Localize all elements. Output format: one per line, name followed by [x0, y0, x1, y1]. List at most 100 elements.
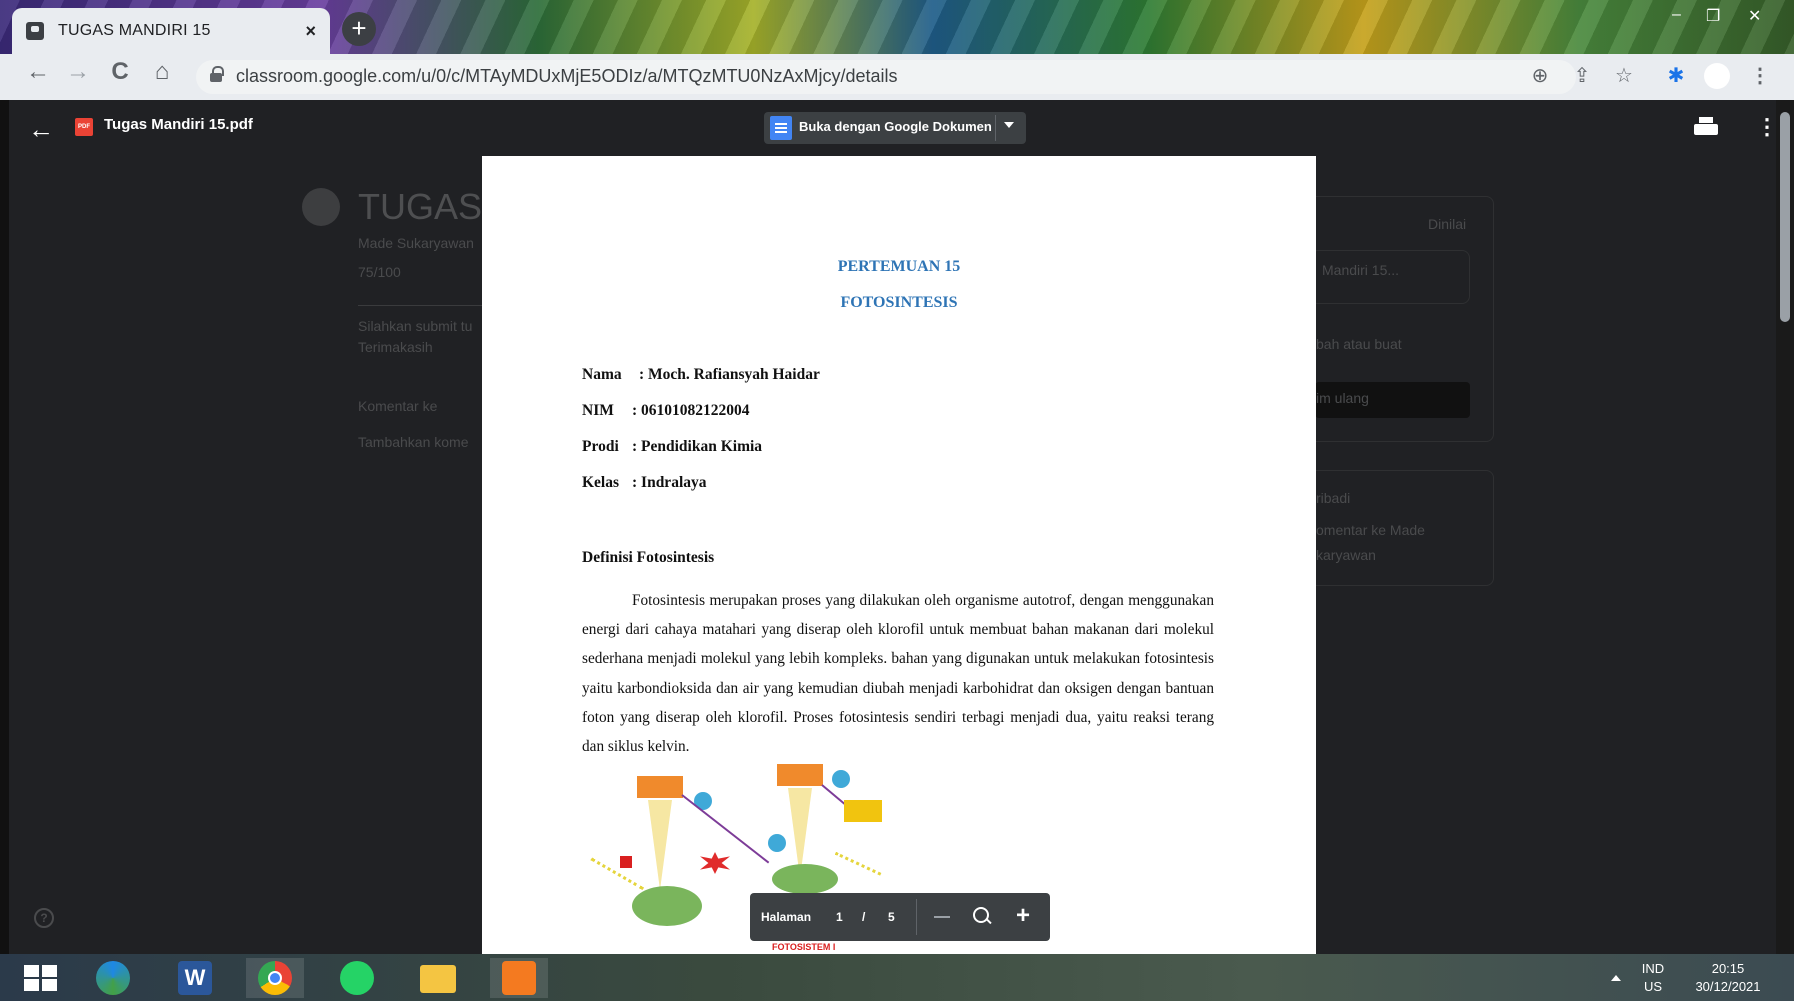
more-options-icon[interactable]: ⋮ [1756, 116, 1778, 138]
class-comment-label: Komentar ke [358, 398, 438, 414]
private-comment-line-2: karyawan [1316, 547, 1376, 563]
field-prodi: Prodi : Pendidikan Kimia [582, 438, 762, 456]
restore-icon[interactable]: ❐ [1706, 6, 1720, 26]
pdf-file-icon: PDF [75, 118, 93, 136]
chrome-icon [258, 961, 292, 995]
home-icon[interactable]: ⌂ [144, 58, 180, 86]
tray-clock[interactable]: 20:15 30/12/2021 [1686, 960, 1770, 996]
whatsapp-icon [340, 961, 374, 995]
forward-icon[interactable]: → [60, 58, 96, 86]
total-pages: 5 [888, 910, 895, 924]
field-nama: Nama : Moch. Rafiansyah Haidar [582, 366, 820, 384]
pdf-heading-meeting: PERTEMUAN 15 [837, 258, 961, 275]
start-pane-1 [24, 965, 39, 977]
tab-title: TUGAS MANDIRI 15 [58, 22, 211, 39]
taskbar-chrome[interactable] [246, 958, 304, 998]
pdf-page: PERTEMUAN 15 FOTOSINTESIS Nama : Moch. Ra… [482, 156, 1316, 954]
field-nim: NIM: 06101082122004 [582, 402, 750, 420]
zoom-icon[interactable]: ⊕ [1526, 62, 1554, 90]
google-docs-icon [770, 116, 792, 140]
profile-avatar[interactable] [1704, 63, 1730, 89]
zoom-in-icon[interactable]: + [1016, 904, 1030, 928]
resubmit-label: im ulang [1316, 390, 1369, 406]
diagram-nadp-box [844, 800, 882, 822]
zoom-out-icon[interactable] [934, 916, 950, 918]
clock-date: 30/12/2021 [1695, 979, 1761, 994]
status-graded: Dinilai [1428, 216, 1467, 232]
back-icon[interactable]: ← [20, 58, 56, 86]
add-class-comment: Tambahkan kome [358, 434, 469, 450]
bookmark-star-icon[interactable]: ☆ [1610, 62, 1638, 90]
page-label: Halaman [761, 910, 812, 924]
taskbar-edge[interactable] [84, 958, 142, 998]
open-with-label[interactable]: Buka dengan Google Dokumen [799, 119, 992, 134]
browser-menu-icon[interactable]: ⋮ [1746, 62, 1774, 90]
open-with-divider [995, 115, 996, 141]
field-nama-label: Nama [582, 366, 622, 383]
current-page-input[interactable]: 1 [836, 910, 843, 924]
diagram-box-primary-2 [777, 764, 823, 786]
diagram-molecule-2 [832, 770, 850, 788]
url-text[interactable]: classroom.google.com/u/0/c/MTAyMDUxMjE5O… [236, 62, 897, 90]
minimize-icon[interactable]: – [1672, 6, 1681, 24]
tray-language[interactable]: IND US [1636, 960, 1670, 996]
definition-paragraph: Fotosintesis merupakan proses yang dilak… [582, 592, 1214, 756]
lock-icon[interactable] [210, 66, 224, 82]
new-tab-button[interactable]: + [342, 12, 376, 46]
chrome-center [268, 971, 282, 985]
assignment-icon [302, 188, 340, 226]
section-heading: Definisi Fotosintesis [582, 549, 715, 566]
field-nim-value: : 06101082122004 [632, 402, 750, 419]
keyboard-layout: US [1643, 979, 1663, 994]
language-code: IND [1641, 961, 1665, 976]
field-prodi-value: : Pendidikan Kimia [632, 438, 763, 455]
divider [358, 305, 483, 306]
assignment-author: Made Sukaryawan [358, 235, 474, 251]
diagram-atp-burst [700, 852, 730, 874]
windows-start-icon[interactable] [24, 965, 58, 991]
taskbar-word[interactable]: W [166, 958, 224, 998]
start-pane-2 [42, 965, 57, 977]
help-icon[interactable]: ? [34, 908, 54, 928]
field-nama-value: : Moch. Rafiansyah Haidar [639, 366, 820, 383]
extensions-icon[interactable]: ✱ [1662, 62, 1690, 90]
scrollbar-thumb[interactable] [1780, 112, 1790, 322]
tray-chevron-up-icon[interactable] [1611, 975, 1621, 981]
taskbar-pdf-app[interactable] [490, 958, 548, 998]
chevron-down-icon[interactable] [1004, 122, 1014, 128]
start-pane-4 [42, 979, 57, 991]
share-icon[interactable]: ⇪ [1568, 62, 1596, 90]
add-or-create: bah atau buat [1316, 336, 1402, 352]
field-kelas-value: : Indralaya [632, 474, 707, 491]
diagram-chlorophyll-2 [772, 864, 838, 894]
tab-close-icon[interactable]: × [305, 21, 316, 42]
clock-time: 20:15 [1711, 961, 1745, 976]
page-toolbar-divider [916, 899, 917, 935]
reload-icon[interactable]: C [102, 58, 138, 86]
folder-icon [420, 965, 456, 993]
private-comment-title: ribadi [1316, 490, 1351, 506]
instruction-line-1: Silahkan submit tu [358, 318, 473, 334]
left-edge [0, 100, 9, 954]
diagram-electron-path-1 [681, 794, 770, 864]
diagram-red-marker [620, 856, 632, 868]
close-window-icon[interactable]: ✕ [1748, 6, 1761, 26]
diagram-molecule-3 [768, 834, 786, 852]
field-kelas-label: Kelas [582, 474, 620, 491]
field-prodi-label: Prodi [582, 438, 619, 455]
private-comment-line-1: omentar ke Made [1316, 522, 1425, 538]
screen: TUGAS MANDIRI 15 × + – ❐ ✕ ← → C ⌂ class… [0, 0, 1794, 1001]
taskbar-file-explorer[interactable] [408, 958, 466, 998]
start-pane-3 [24, 979, 39, 991]
page-scrollbar[interactable] [1776, 100, 1794, 954]
taskbar-whatsapp[interactable] [328, 958, 386, 998]
close-viewer-icon[interactable]: ← [28, 114, 54, 145]
pdf-app-icon [502, 961, 536, 995]
file-name: Tugas Mandiri 15.pdf [104, 116, 253, 133]
zoom-magnifier-icon[interactable] [973, 907, 993, 927]
assignment-points: 75/100 [358, 264, 401, 280]
print-icon[interactable] [1694, 117, 1718, 139]
tab-tugas-mandiri[interactable]: TUGAS MANDIRI 15 × [12, 8, 330, 54]
diagram-chlorophyll-1 [632, 886, 702, 926]
pdf-heading-topic: FOTOSINTESIS [840, 294, 958, 311]
